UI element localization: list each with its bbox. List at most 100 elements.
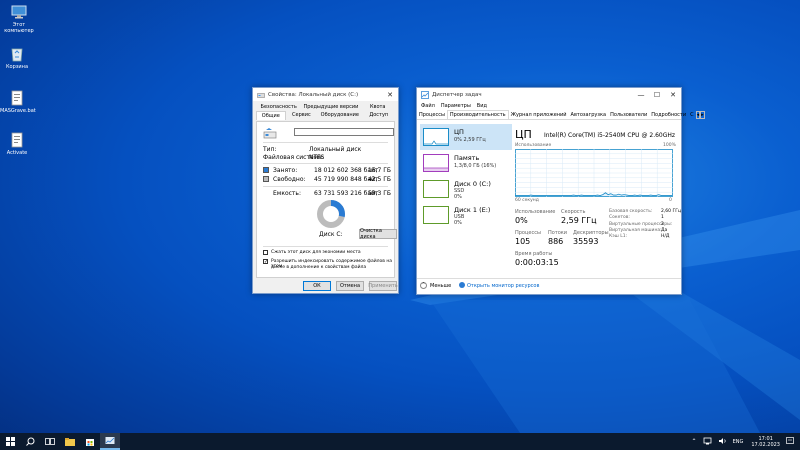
maximize-icon[interactable]: ☐ xyxy=(649,88,665,101)
desktop-icon-recycle-bin[interactable]: Корзина xyxy=(0,46,34,70)
used-swatch xyxy=(263,167,269,173)
network-icon[interactable] xyxy=(703,437,712,447)
task-view-icon xyxy=(45,438,55,445)
divider xyxy=(263,186,388,187)
desktop-icon-label: Activate xyxy=(6,150,28,156)
windows-logo-icon xyxy=(5,437,15,446)
tabs-scroll-right-icon[interactable]: ▸ xyxy=(700,111,705,119)
resource-cpu[interactable]: ЦП 0% 2,59 ГГц xyxy=(420,124,512,150)
graph-max: 100% xyxy=(663,143,676,148)
threads-value: 886 xyxy=(548,237,564,246)
close-icon[interactable]: ✕ xyxy=(382,88,398,101)
tab-startup[interactable]: Автозагрузка xyxy=(569,111,609,119)
taskmgr-tabs: Процессы Производительность Журнал прило… xyxy=(417,110,705,120)
resource-sub: 0% xyxy=(454,194,462,200)
store-icon xyxy=(86,439,94,446)
taskbar-store[interactable] xyxy=(80,433,100,450)
desktop-icon-masgrave[interactable]: MASGrave.bat xyxy=(0,90,36,114)
detail-value: Н/Д xyxy=(661,234,670,240)
graph-min: 0 xyxy=(669,198,672,203)
cpu-header: ЦП xyxy=(515,128,532,141)
ok-button[interactable]: ОК xyxy=(303,281,331,291)
type-value: Локальный диск xyxy=(309,146,362,153)
free-label: Свободно: xyxy=(273,176,306,183)
tab-general[interactable]: Общие xyxy=(256,111,286,120)
minimize-icon[interactable]: — xyxy=(633,88,649,101)
taskmgr-titlebar[interactable]: Диспетчер задач — ☐ ✕ xyxy=(417,88,681,101)
tabs-row-2: Общие Сервис Оборудование Доступ xyxy=(256,111,395,120)
batch-file-icon xyxy=(9,90,25,106)
fewer-details-link[interactable]: Меньше xyxy=(430,283,451,289)
divider xyxy=(263,246,388,247)
graph-label: Использование xyxy=(515,143,552,148)
resource-disk0[interactable]: Диск 0 (C:) SSD 0% xyxy=(420,176,512,202)
volume-icon[interactable] xyxy=(718,437,727,447)
speed-value: 2,59 ГГц xyxy=(561,216,597,225)
type-label: Тип: xyxy=(263,146,277,153)
resource-sub: 1,3/8,0 ГБ (16%) xyxy=(454,163,497,169)
tab-users[interactable]: Пользователи xyxy=(608,111,649,119)
drive-name-input[interactable] xyxy=(294,128,394,136)
notifications-icon[interactable] xyxy=(786,436,794,447)
menu-view[interactable]: Вид xyxy=(477,103,487,109)
menu-options[interactable]: Параметры xyxy=(441,103,471,109)
desktop-icon-label: Этот компьютер xyxy=(4,22,34,34)
desktop-icon-this-pc[interactable]: Этот компьютер xyxy=(2,4,36,34)
close-icon[interactable]: ✕ xyxy=(665,88,681,101)
usage-value: 0% xyxy=(515,216,528,225)
tab-details[interactable]: Подробности xyxy=(649,111,688,119)
tab-security[interactable]: Безопасность xyxy=(256,103,301,111)
tab-sharing[interactable]: Доступ xyxy=(362,111,395,120)
tab-app-history[interactable]: Журнал приложений xyxy=(509,111,569,119)
task-view-button[interactable] xyxy=(40,433,60,450)
tab-performance[interactable]: Производительность xyxy=(446,110,509,119)
resource-memory[interactable]: Память 1,3/8,0 ГБ (16%) xyxy=(420,150,512,176)
disk-cleanup-button[interactable]: Очистка диска xyxy=(359,228,397,240)
menu-file[interactable]: Файл xyxy=(421,103,435,109)
tab-previous-versions[interactable]: Предыдущие версии xyxy=(301,103,360,111)
desktop-icon-activate[interactable]: Activate xyxy=(0,132,34,156)
resource-name: Диск 1 (E:) xyxy=(454,206,491,214)
capacity-gb: 59,3 ГБ xyxy=(368,190,392,197)
resource-name: ЦП xyxy=(454,128,464,136)
tab-hardware[interactable]: Оборудование xyxy=(317,111,362,120)
processes-label: Процессы xyxy=(515,230,541,236)
used-label: Занято: xyxy=(273,167,298,174)
compress-label: Сжать этот диск для экономии места xyxy=(271,250,361,255)
computer-icon xyxy=(11,4,27,20)
clock[interactable]: 17:01 17.02.2023 xyxy=(751,436,780,448)
resource-name: Диск 0 (C:) xyxy=(454,180,491,188)
index-checkbox[interactable]: ✓ xyxy=(263,259,268,265)
resource-sub: 0% 2,59 ГГц xyxy=(454,137,486,143)
taskbar: ⌃ ENG 17:01 17.02.2023 xyxy=(0,433,800,450)
general-tab-panel: Тип: Локальный диск Файловая система: NT… xyxy=(256,121,397,278)
cpu-thumbnail xyxy=(423,128,449,146)
disk-properties-window: Свойства: Локальный диск (C:) ✕ Безопасн… xyxy=(252,87,399,294)
tab-services[interactable]: С xyxy=(688,111,696,119)
cancel-button[interactable]: Отмена xyxy=(336,281,364,291)
resource-sub: 0% xyxy=(454,220,462,226)
uptime-value: 0:00:03:15 xyxy=(515,258,559,267)
compress-checkbox[interactable] xyxy=(263,250,268,255)
resource-monitor-link[interactable]: Открыть монитор ресурсов xyxy=(467,283,539,289)
disk1-thumbnail xyxy=(423,206,449,224)
language-indicator[interactable]: ENG xyxy=(733,439,744,445)
taskbar-file-explorer[interactable] xyxy=(60,433,80,450)
start-button[interactable] xyxy=(0,433,20,450)
recycle-bin-icon xyxy=(9,46,25,62)
resource-disk1[interactable]: Диск 1 (E:) USB 0% xyxy=(420,202,512,228)
drive-large-icon xyxy=(263,128,277,142)
handles-value: 35593 xyxy=(573,237,599,246)
taskbar-task-manager[interactable] xyxy=(100,433,120,450)
properties-titlebar[interactable]: Свойства: Локальный диск (C:) ✕ xyxy=(253,88,398,101)
fewer-details-icon[interactable]: ⌃ xyxy=(420,282,427,289)
apply-button[interactable]: Применить xyxy=(368,281,398,291)
tab-service[interactable]: Сервис xyxy=(286,111,318,120)
search-button[interactable] xyxy=(20,433,40,450)
tab-processes[interactable]: Процессы xyxy=(417,111,447,119)
tray-chevron-icon[interactable]: ⌃ xyxy=(692,438,697,445)
search-icon xyxy=(25,437,34,446)
window-title: Свойства: Локальный диск (C:) xyxy=(268,91,359,98)
divider xyxy=(263,142,388,143)
tab-quota[interactable]: Квота xyxy=(361,103,396,111)
